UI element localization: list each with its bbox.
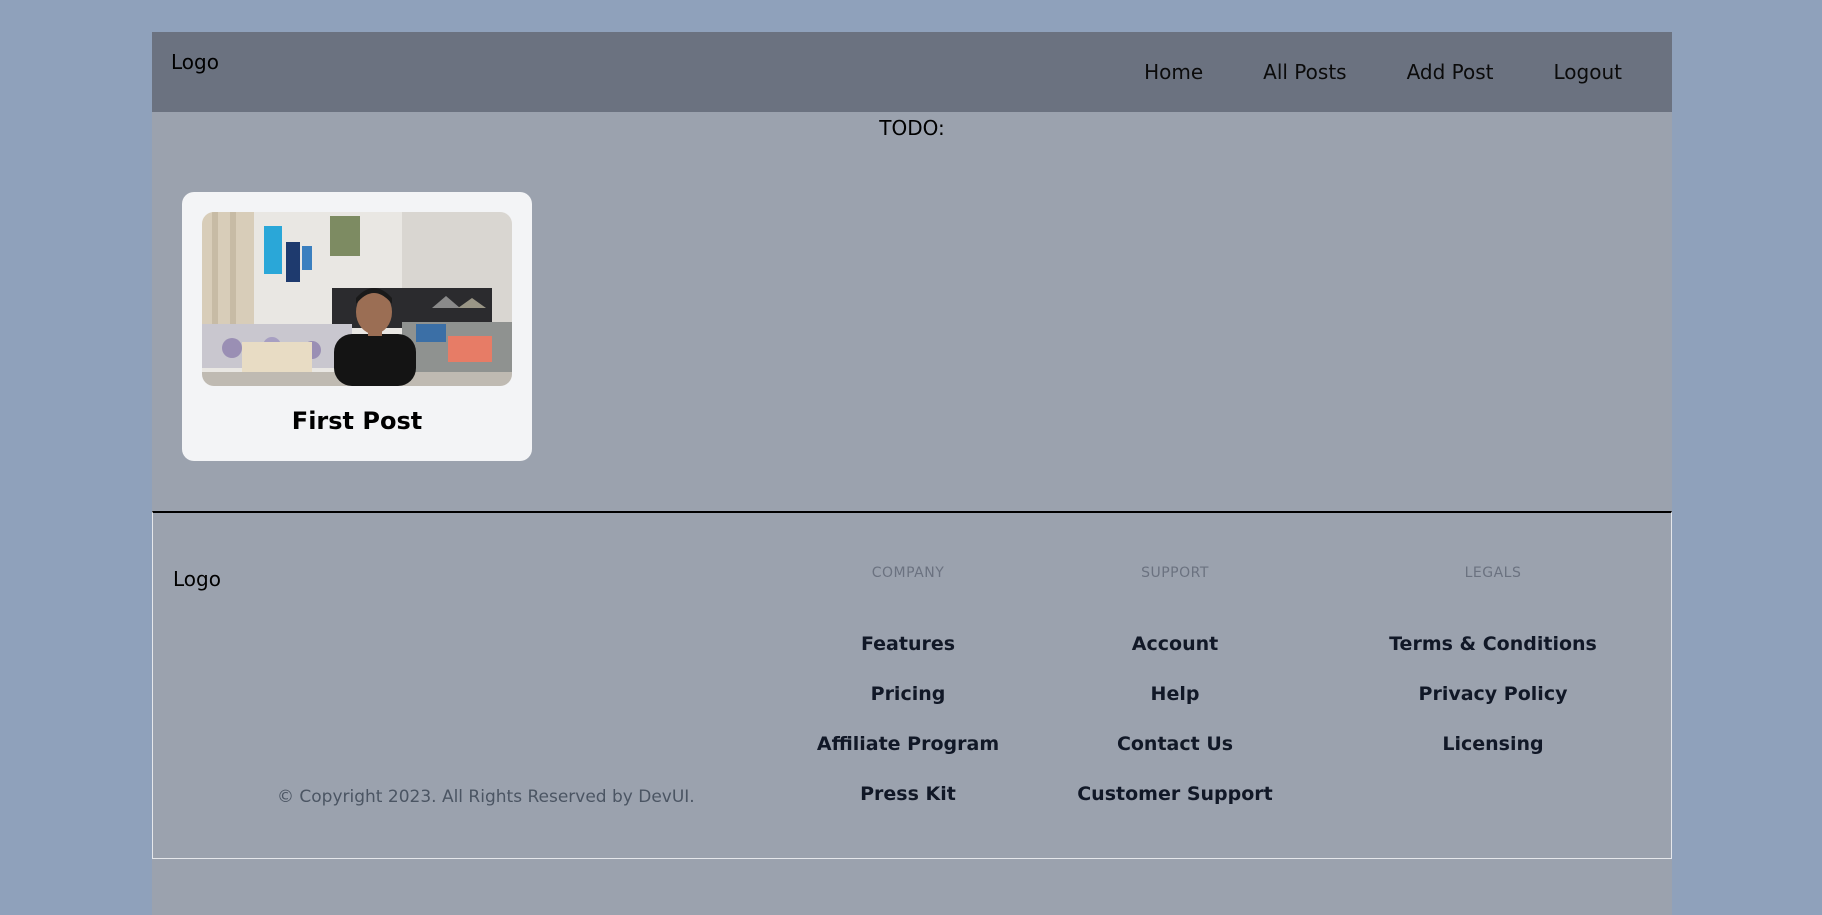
post-card[interactable]: First Post <box>182 192 532 461</box>
main-nav: Home All Posts Add Post Logout <box>1114 60 1642 84</box>
copyright-text: © Copyright 2023. All Rights Reserved by… <box>277 787 695 807</box>
footer-link-licensing[interactable]: Licensing <box>1373 733 1613 783</box>
nav-add-post[interactable]: Add Post <box>1377 60 1524 84</box>
footer-link-contact-us[interactable]: Contact Us <box>1065 733 1285 783</box>
footer-link-customer-support[interactable]: Customer Support <box>1065 783 1285 833</box>
footer-column-legals: LEGALS Terms & Conditions Privacy Policy… <box>1373 565 1613 783</box>
footer-link-features[interactable]: Features <box>813 633 1003 683</box>
footer-link-pricing[interactable]: Pricing <box>813 683 1003 733</box>
footer-link-privacy-policy[interactable]: Privacy Policy <box>1373 683 1613 733</box>
post-title: First Post <box>291 407 423 435</box>
nav-all-posts[interactable]: All Posts <box>1233 60 1376 84</box>
header-logo[interactable]: Logo <box>171 50 219 74</box>
nav-logout[interactable]: Logout <box>1524 60 1642 84</box>
footer-link-press-kit[interactable]: Press Kit <box>813 783 1003 833</box>
nav-home[interactable]: Home <box>1114 60 1233 84</box>
site-header: Logo Home All Posts Add Post Logout <box>152 32 1672 112</box>
site-footer: Logo © Copyright 2023. All Rights Reserv… <box>152 511 1672 859</box>
column-heading: LEGALS <box>1464 565 1522 581</box>
page-container: Logo Home All Posts Add Post Logout TODO… <box>152 32 1672 915</box>
footer-logo[interactable]: Logo <box>173 567 221 591</box>
column-heading: COMPANY <box>871 565 945 581</box>
post-image <box>202 212 512 386</box>
footer-link-account[interactable]: Account <box>1065 633 1285 683</box>
column-heading: SUPPORT <box>1141 565 1209 581</box>
footer-link-help[interactable]: Help <box>1065 683 1285 733</box>
footer-link-affiliate-program[interactable]: Affiliate Program <box>813 733 1003 783</box>
footer-column-support: SUPPORT Account Help Contact Us Customer… <box>1065 565 1285 833</box>
footer-link-terms[interactable]: Terms & Conditions <box>1373 633 1613 683</box>
todo-text: TODO: <box>879 116 945 140</box>
footer-column-company: COMPANY Features Pricing Affiliate Progr… <box>813 565 1003 833</box>
